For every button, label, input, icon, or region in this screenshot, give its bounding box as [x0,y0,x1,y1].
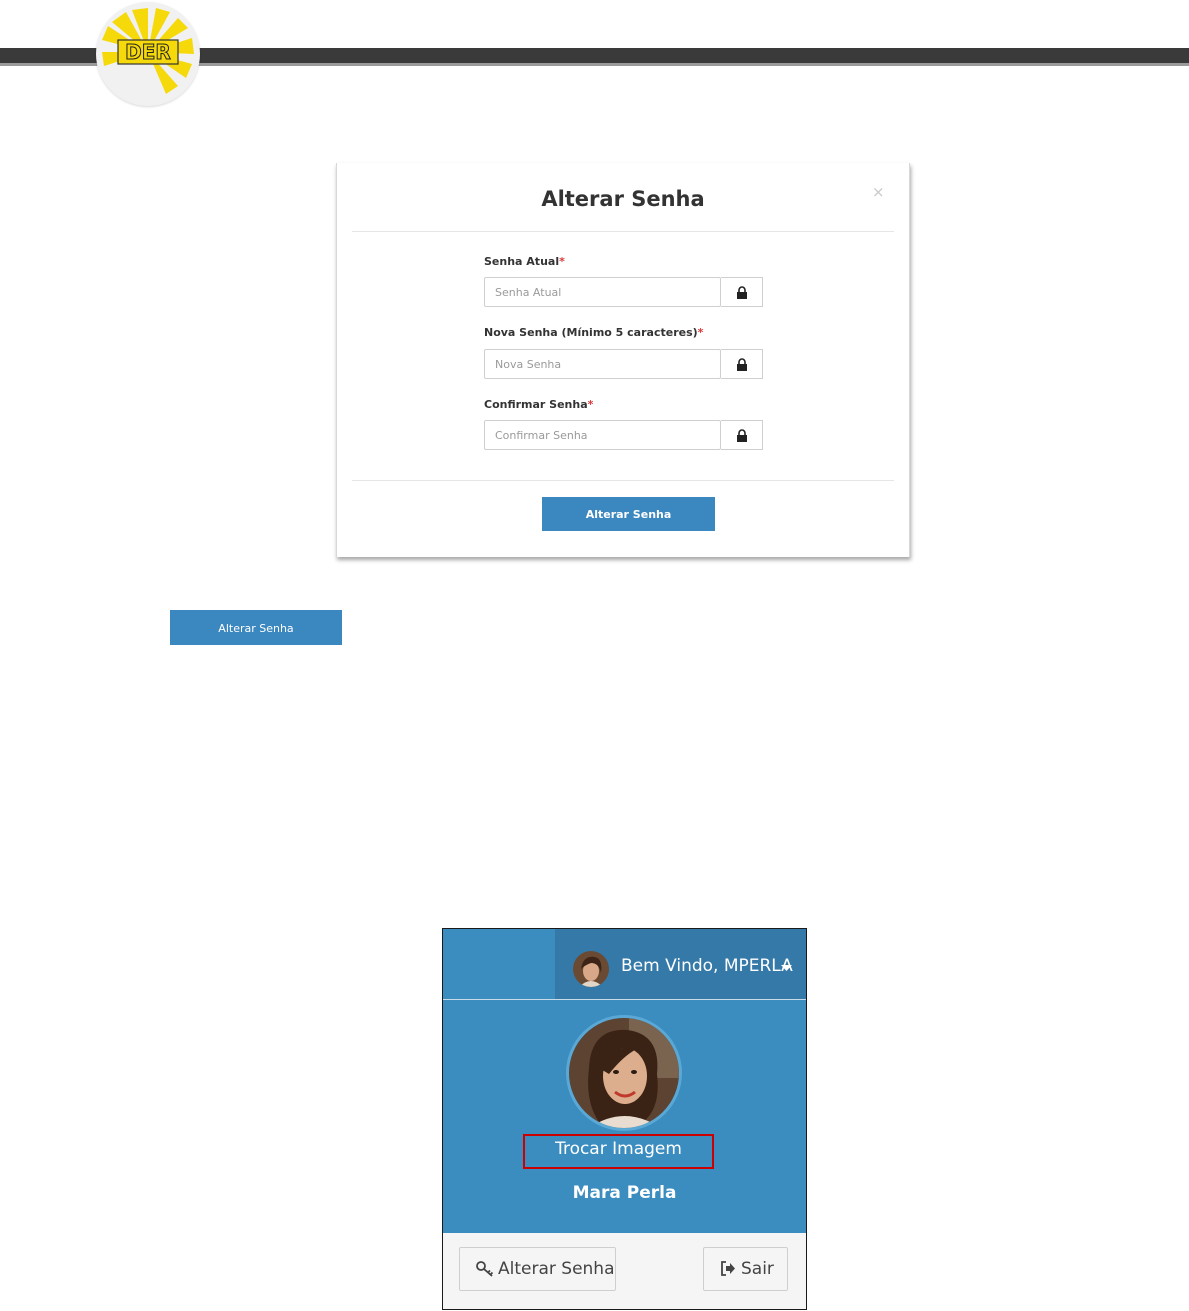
logo-text: DER [125,40,171,64]
change-password-button[interactable]: Alterar Senha [170,610,342,645]
user-menu-toggle[interactable]: Bem Vindo, MPERLA [555,929,806,999]
modal-title: Alterar Senha [541,187,705,211]
submit-change-password-button[interactable]: Alterar Senha [542,497,715,531]
change-password-modal: Alterar Senha × Senha Atual* Nova Senha … [336,163,910,557]
confirm-password-label: Confirmar Senha* [484,398,594,411]
avatar [573,951,609,987]
change-image-link[interactable]: Trocar Imagem [523,1139,714,1159]
current-password-input[interactable] [484,277,721,307]
panel-footer: Alterar Senha Sair [443,1233,806,1309]
caret-down-icon [781,965,792,971]
key-icon [476,1261,494,1277]
modal-divider [352,231,894,232]
panel-divider [443,999,806,1000]
new-password-addon [721,349,763,379]
lock-icon [737,358,747,371]
current-password-label: Senha Atual* [484,255,565,268]
user-menu-panel: Bem Vindo, MPERLA Trocar Imagem Mara Per… [442,928,807,1310]
confirm-password-addon [721,420,763,450]
profile-photo [566,1015,682,1131]
current-password-addon [721,277,763,307]
der-logo: DER [102,8,194,94]
new-password-input[interactable] [484,349,721,379]
logout-label: Sair [741,1259,774,1279]
welcome-text: Bem Vindo, MPERLA [621,956,793,976]
confirm-password-input[interactable] [484,420,721,450]
lock-icon [737,286,747,299]
sign-out-icon [721,1261,735,1276]
lock-icon [737,429,747,442]
alterar-senha-label: Alterar Senha [498,1259,615,1279]
modal-divider [352,480,894,481]
user-full-name: Mara Perla [572,1183,677,1203]
logout-button[interactable]: Sair [703,1247,788,1291]
close-icon[interactable]: × [872,183,885,201]
alterar-senha-button[interactable]: Alterar Senha [459,1247,616,1291]
new-password-label: Nova Senha (Mínimo 5 caracteres)* [484,326,704,339]
